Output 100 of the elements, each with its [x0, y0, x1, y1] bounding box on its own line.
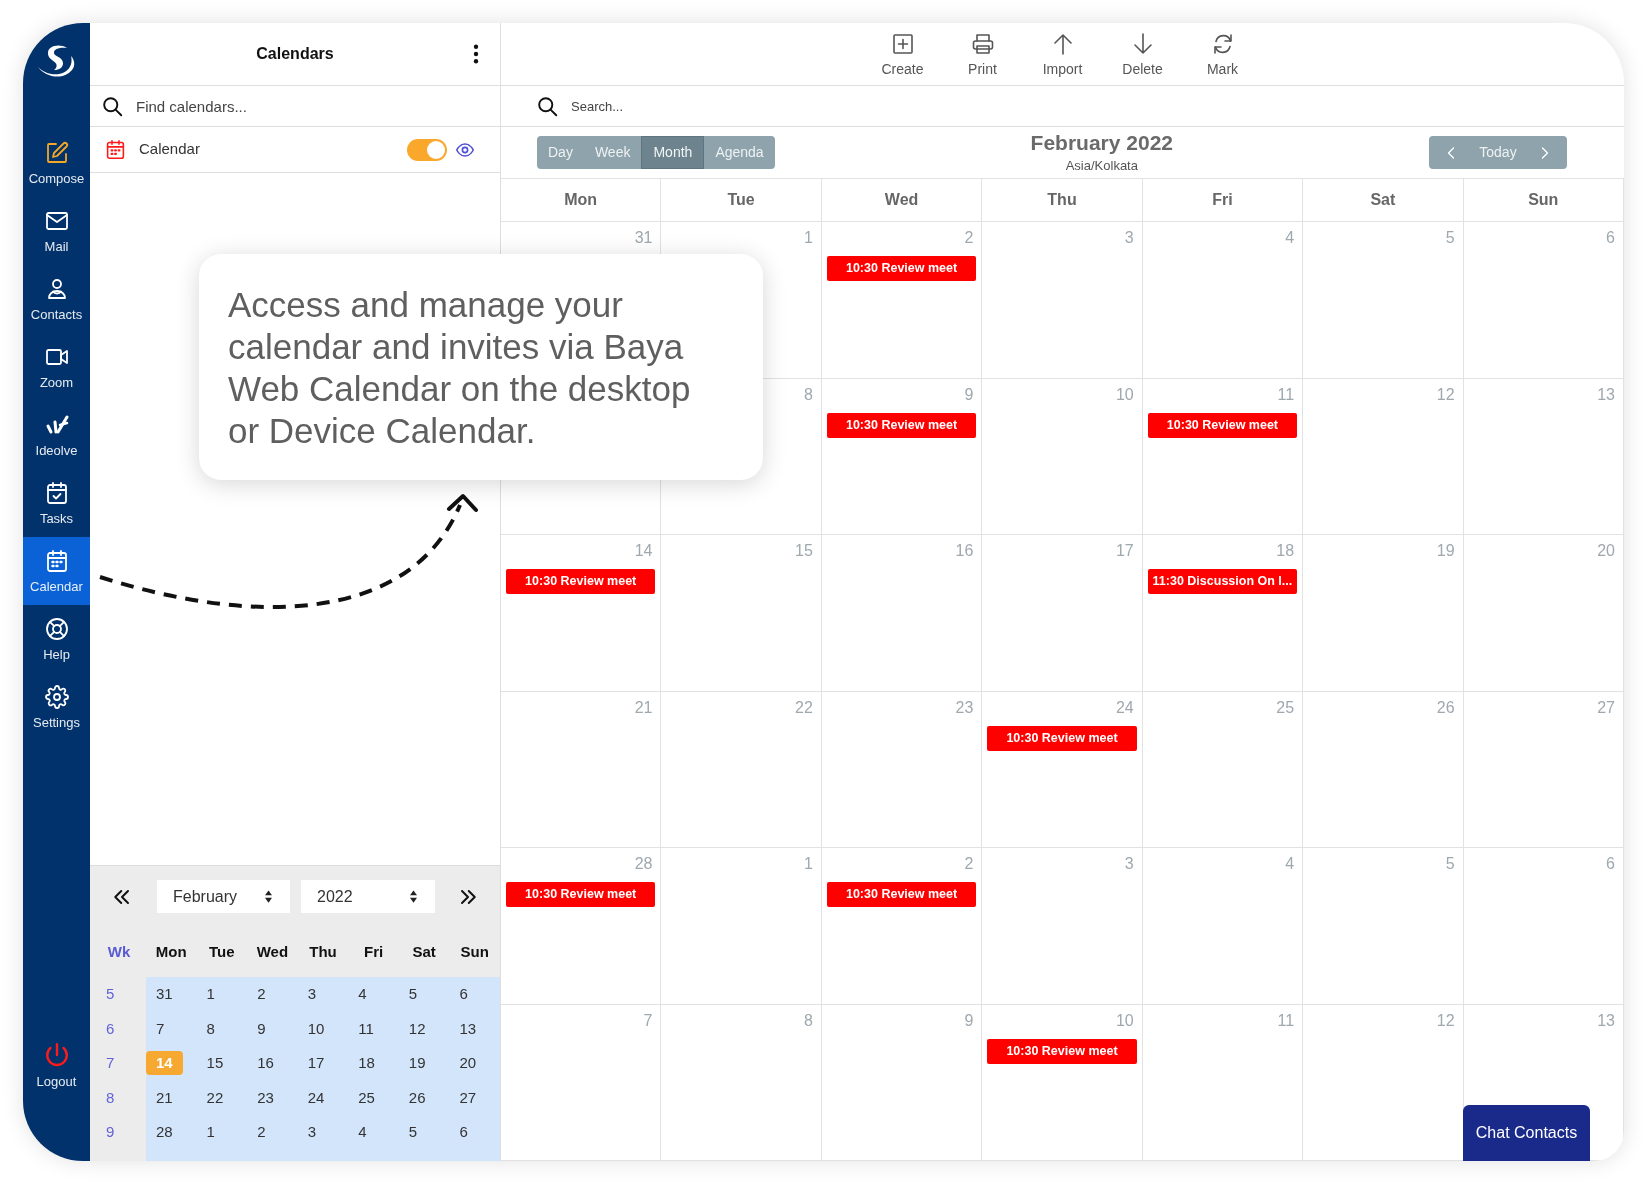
day-number: 15 — [795, 541, 813, 561]
mini-calendar-day[interactable]: 25 — [348, 1085, 385, 1110]
mini-calendar-day[interactable]: 3 — [297, 982, 327, 1007]
event-chip[interactable]: 10:30 Review meet — [826, 882, 977, 907]
weekday-label: Thu — [1047, 190, 1077, 210]
weekday-label: Thu — [308, 941, 338, 962]
event-chip[interactable]: 11:30 Discussion On I... — [1147, 569, 1298, 594]
mini-calendar-day[interactable]: 18 — [348, 1051, 385, 1076]
mini-calendar-day[interactable]: 28 — [146, 1120, 183, 1145]
weekday-label: Mon — [564, 190, 598, 210]
day-number: 19 — [1436, 541, 1455, 561]
event-chip[interactable]: 10:30 Review meet — [987, 1038, 1137, 1064]
sidebar-item[interactable]: Settings — [23, 673, 90, 741]
mini-calendar-day[interactable]: 4 — [348, 982, 377, 1007]
mini-calendar-day[interactable]: 8 — [196, 1016, 225, 1041]
mini-calendar-day[interactable]: 7 — [146, 1016, 175, 1041]
sidebar-item[interactable]: Tasks — [23, 469, 90, 537]
logout-button[interactable]: Logout — [23, 1031, 90, 1099]
mini-calendar-day[interactable]: 20 — [449, 1051, 487, 1076]
toolbar-button[interactable]: Import — [1022, 23, 1103, 85]
day-number: 27 — [1597, 697, 1615, 718]
sidebar-item[interactable]: Ideolve — [23, 401, 90, 469]
sidebar-item[interactable]: Mail — [23, 197, 90, 265]
day-number: 8 — [803, 384, 813, 405]
day-number: 1 — [803, 854, 813, 874]
mini-calendar-day[interactable]: 5 — [398, 982, 428, 1007]
sidebar-item[interactable]: Calendar — [23, 537, 90, 605]
search-icon — [537, 95, 558, 117]
toolbar-button[interactable]: Create — [862, 23, 943, 85]
day-number: 6 — [1606, 228, 1615, 248]
mini-calendar-day[interactable]: 1 — [196, 1120, 225, 1145]
event-chip[interactable]: 10:30 Review meet — [826, 256, 977, 281]
calendar-search-field[interactable]: Find calendars... — [136, 91, 488, 121]
day-number: 14 — [634, 541, 653, 561]
sidebar-item[interactable]: Compose — [23, 129, 90, 197]
event-chip[interactable]: 10:30 Review meet — [506, 882, 656, 907]
eye-icon — [453, 140, 477, 159]
mini-calendar-day[interactable]: 22 — [196, 1085, 234, 1110]
mini-calendar-day[interactable]: 21 — [146, 1085, 183, 1110]
mini-calendar-day[interactable]: 16 — [247, 1051, 284, 1076]
day-number: 7 — [643, 1010, 653, 1031]
mini-calendar-day[interactable]: 10 — [297, 1016, 335, 1041]
day-number: 24 — [1115, 697, 1134, 718]
weekday-label: Sat — [411, 941, 437, 962]
sidebar-item[interactable]: Help — [23, 605, 90, 673]
weekday-label: Sun — [459, 941, 490, 962]
mini-calendar-day[interactable]: 26 — [398, 1085, 436, 1110]
event-chip[interactable]: 10:30 Review meet — [506, 569, 656, 594]
mini-calendar-day[interactable]: 17 — [297, 1051, 335, 1076]
mini-calendar-day[interactable]: 13 — [449, 1016, 487, 1041]
mini-calendar-day[interactable]: 31 — [146, 982, 183, 1007]
mini-calendar-day[interactable]: 24 — [297, 1085, 335, 1110]
mini-calendar-day[interactable]: 12 — [398, 1016, 436, 1041]
mini-calendar-day[interactable]: 19 — [398, 1051, 436, 1076]
toolbar-button[interactable]: Delete — [1102, 23, 1183, 85]
view-tab[interactable]: Month — [641, 136, 705, 169]
month-select[interactable]: February — [157, 880, 290, 913]
mini-calendar-day[interactable]: 9 — [247, 1016, 276, 1041]
plus-square-icon — [890, 32, 915, 56]
day-number: 13 — [1597, 1010, 1615, 1031]
mini-calendar-day[interactable]: 23 — [247, 1085, 284, 1110]
day-number: 18 — [1276, 541, 1295, 561]
day-number: 10 — [1115, 384, 1134, 405]
event-chip[interactable]: 10:30 Review meet — [987, 725, 1137, 751]
mini-calendar-day[interactable]: 6 — [449, 1120, 478, 1145]
mini-calendar-day[interactable]: 11 — [348, 1016, 384, 1041]
sidebar-item[interactable]: Zoom — [23, 333, 90, 401]
calendar-icon — [44, 548, 69, 573]
calendar-check-icon — [44, 480, 69, 505]
event-chip[interactable]: 10:30 Review meet — [1147, 412, 1298, 438]
mini-calendar-day[interactable]: 3 — [297, 1120, 327, 1145]
week-number: 6 — [106, 1018, 115, 1039]
event-chip[interactable]: 10:30 Review meet — [826, 412, 977, 438]
week-number: 9 — [106, 1122, 115, 1142]
toggle-switch[interactable] — [407, 138, 447, 161]
toolbar-button[interactable]: Print — [942, 23, 1023, 85]
lifebuoy-icon — [44, 616, 69, 641]
day-number: 28 — [634, 854, 653, 874]
day-number: 8 — [803, 1010, 813, 1031]
day-number: 11 — [1277, 384, 1295, 405]
mini-calendar-day[interactable]: 2 — [247, 1120, 276, 1145]
mini-calendar-day[interactable]: 15 — [196, 1051, 234, 1076]
day-number: 6 — [1606, 854, 1615, 874]
mini-calendar-day[interactable]: 2 — [247, 982, 276, 1007]
weekday-label: Sun — [1528, 190, 1559, 210]
year-select[interactable]: 2022 — [301, 880, 435, 913]
day-number: 12 — [1436, 384, 1455, 405]
day-number: 21 — [634, 697, 653, 718]
mini-calendar-day[interactable]: 5 — [398, 1120, 428, 1145]
toolbar-button[interactable]: Mark — [1182, 23, 1263, 85]
mini-calendar-day[interactable]: 1 — [196, 982, 225, 1007]
day-number: 5 — [1445, 228, 1455, 248]
weekday-label: Fri — [1212, 190, 1233, 210]
mini-calendar-day[interactable]: 4 — [348, 1120, 377, 1145]
sidebar-item[interactable]: Contacts — [23, 265, 90, 333]
mini-calendar-day[interactable]: 6 — [449, 982, 478, 1007]
mini-calendar-day[interactable]: 27 — [449, 1085, 487, 1110]
chat-contacts-button[interactable]: Chat Contacts — [1463, 1105, 1590, 1161]
search-field[interactable]: Search... — [571, 91, 1604, 121]
calendar-name: Calendar — [139, 139, 201, 160]
